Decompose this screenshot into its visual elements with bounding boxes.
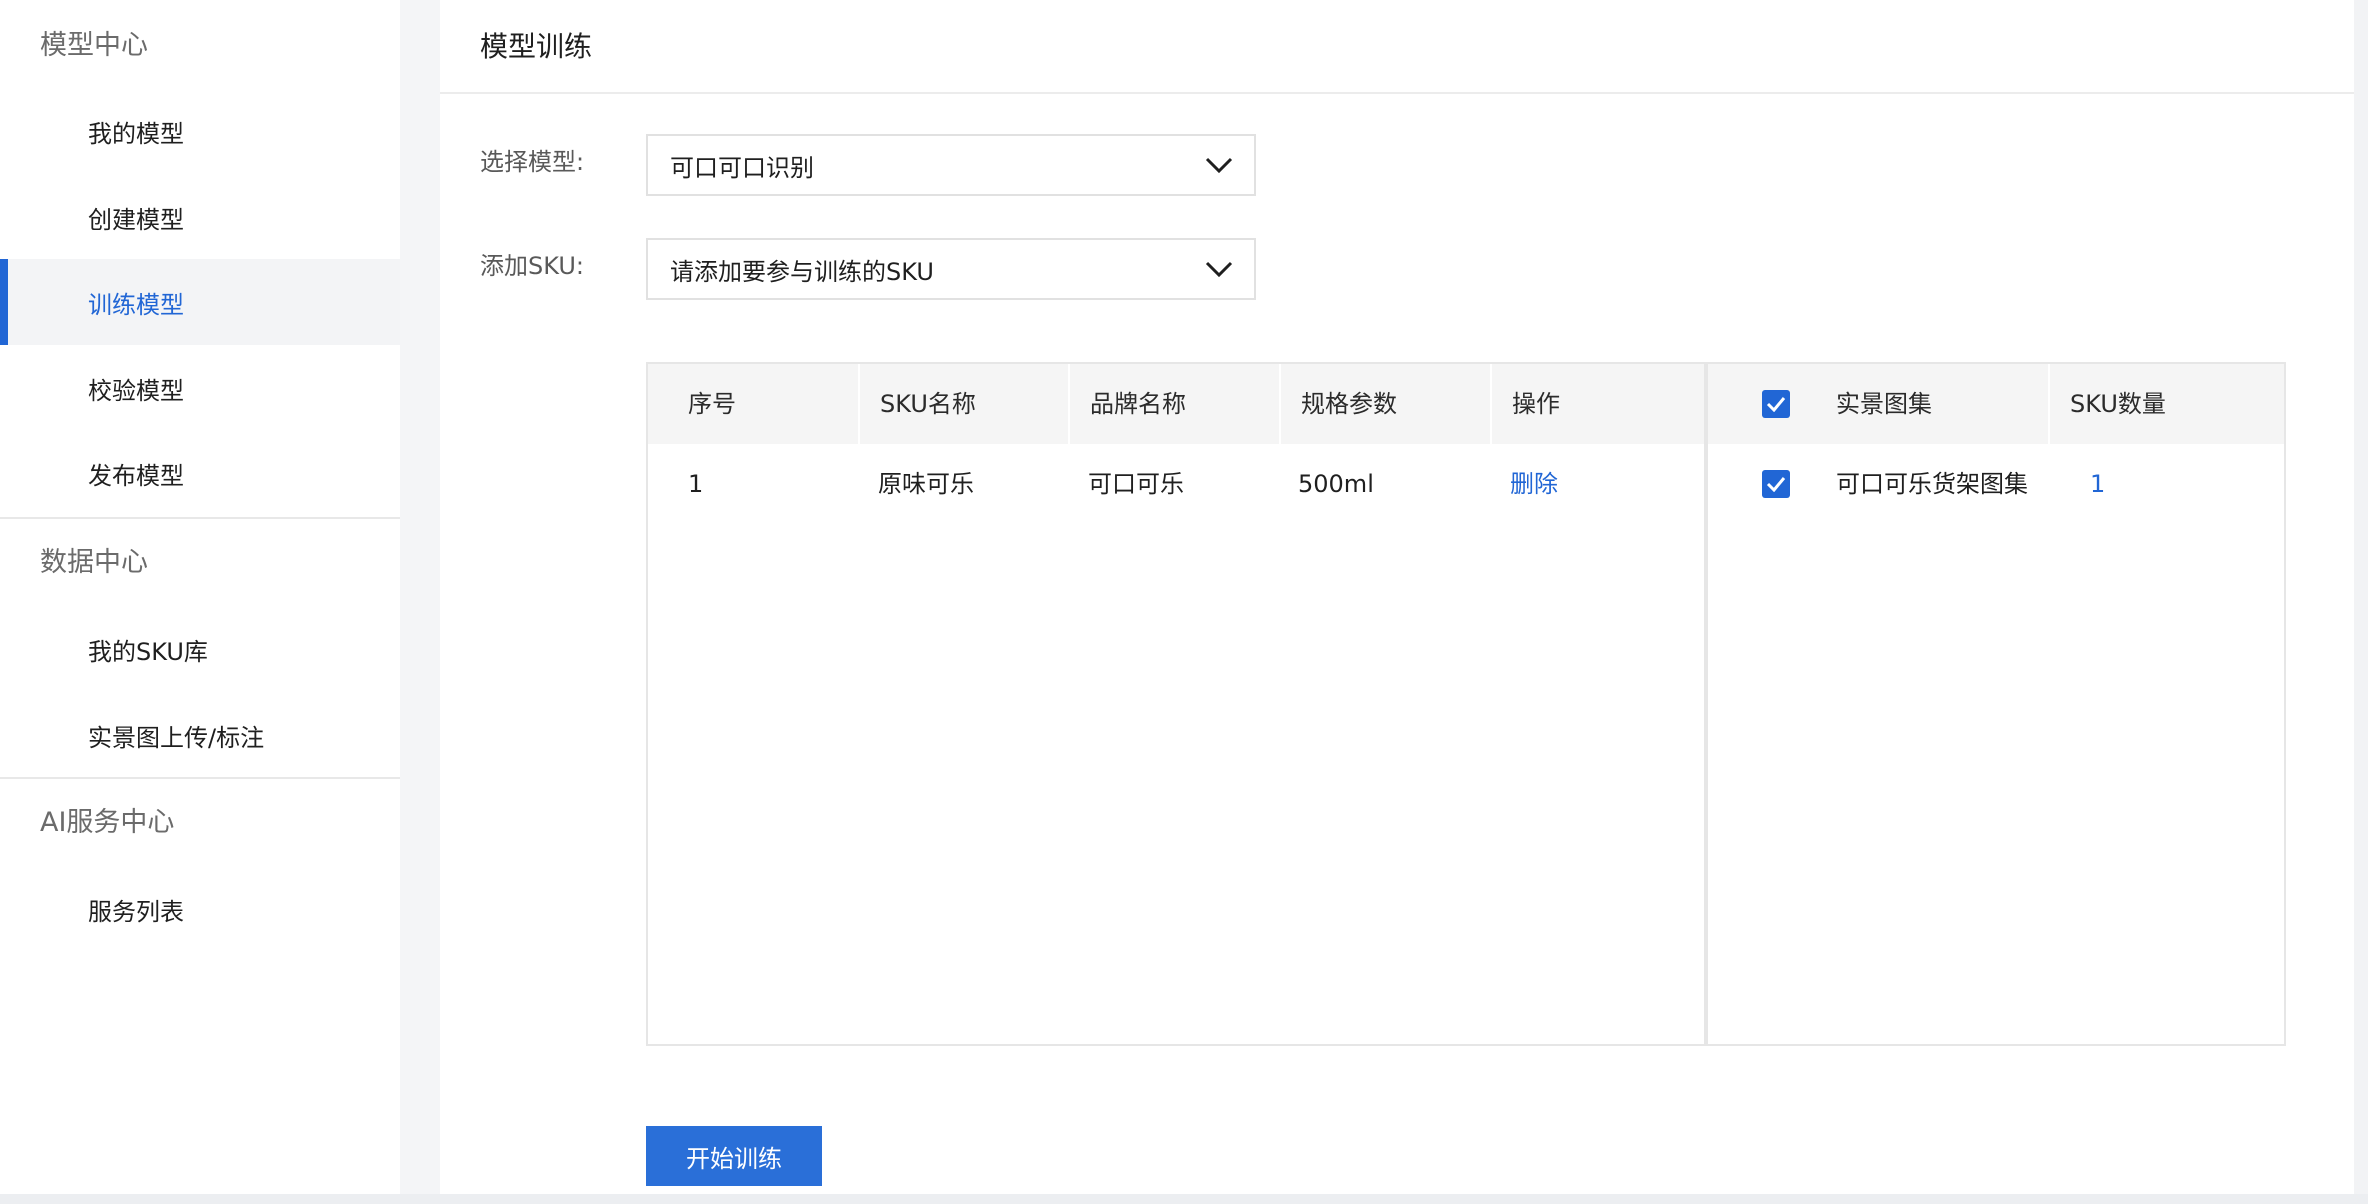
column-separator: [858, 364, 860, 444]
image-set-table: 实景图集 SKU数量 可口可乐货架图集 1: [1706, 362, 2286, 1046]
sidebar-item-train-model[interactable]: 训练模型: [0, 259, 400, 345]
cell-image-set-name: 可口可乐货架图集: [1836, 470, 2028, 498]
cell-sku-name: 原味可乐: [878, 470, 974, 498]
sidebar-item-label: 服务列表: [88, 897, 184, 926]
sidebar-item-label: 校验模型: [88, 376, 184, 405]
column-separator: [2048, 364, 2050, 444]
sidebar-item-label: 发布模型: [88, 461, 184, 490]
sidebar-item-service-list[interactable]: 服务列表: [0, 866, 400, 952]
sidebar-item-label: 训练模型: [88, 290, 184, 319]
column-header-brand: 品牌名称: [1090, 390, 1186, 418]
column-header-sku-name: SKU名称: [880, 390, 976, 418]
header-divider: [440, 92, 2368, 94]
column-header-sku-count: SKU数量: [2070, 390, 2166, 418]
sidebar-item-label: 创建模型: [88, 205, 184, 234]
sku-select-placeholder: 请添加要参与训练的SKU: [670, 257, 934, 286]
cell-spec: 500ml: [1298, 470, 1374, 498]
sidebar-item-label: 我的SKU库: [88, 637, 208, 666]
chevron-down-icon: [1205, 157, 1233, 174]
sidebar-divider: [0, 517, 400, 519]
model-select-label: 选择模型:: [480, 148, 585, 176]
page-title: 模型训练: [480, 30, 593, 63]
column-header-index: 序号: [688, 390, 736, 418]
window-edge: [2354, 0, 2368, 1204]
sidebar-item-publish-model[interactable]: 发布模型: [0, 430, 400, 516]
delete-link[interactable]: 删除: [1510, 466, 1558, 502]
column-header-spec: 规格参数: [1301, 390, 1397, 418]
sidebar-group-data-center: 数据中心: [40, 547, 148, 578]
sidebar-item-create-model[interactable]: 创建模型: [0, 174, 400, 260]
chevron-down-icon: [1205, 261, 1233, 278]
sidebar-item-verify-model[interactable]: 校验模型: [0, 345, 400, 431]
sidebar-item-label: 实景图上传/标注: [88, 723, 265, 752]
start-training-button[interactable]: 开始训练: [646, 1126, 822, 1186]
sidebar-item-scene-upload[interactable]: 实景图上传/标注: [0, 692, 400, 778]
sku-count-link[interactable]: 1: [2090, 466, 2105, 502]
sidebar-group-ai-service-center: AI服务中心: [40, 807, 175, 838]
checkmark-icon: [1766, 397, 1786, 412]
sidebar-item-my-models[interactable]: 我的模型: [0, 88, 400, 174]
cell-brand: 可口可乐: [1088, 470, 1184, 498]
column-separator: [1490, 364, 1492, 444]
column-separator: [1279, 364, 1281, 444]
checkmark-icon: [1766, 477, 1786, 492]
cell-index: 1: [688, 470, 704, 498]
column-separator: [1068, 364, 1070, 444]
image-set-table-header: 实景图集 SKU数量: [1708, 364, 2284, 444]
sku-select[interactable]: 请添加要参与训练的SKU: [646, 238, 1256, 300]
window-edge: [0, 1194, 2368, 1204]
sidebar-item-my-sku-library[interactable]: 我的SKU库: [0, 606, 400, 692]
select-all-checkbox[interactable]: [1762, 390, 1790, 418]
main-panel: 模型训练 选择模型: 可口可口识别 添加SKU: 请添加要参与训练的SKU 序号…: [440, 0, 2368, 1204]
sku-table: 序号 SKU名称 品牌名称 规格参数 操作 1 原味可乐 可口可乐 500ml …: [646, 362, 1706, 1046]
sidebar: 模型中心 我的模型 创建模型 训练模型 校验模型 发布模型 数据中心 我的SKU…: [0, 0, 400, 1204]
model-select-value: 可口可口识别: [670, 153, 814, 182]
row-checkbox[interactable]: [1762, 470, 1790, 498]
sidebar-divider: [0, 777, 400, 779]
sidebar-item-label: 我的模型: [88, 119, 184, 148]
column-header-image-set: 实景图集: [1836, 390, 1932, 418]
sku-table-header: 序号 SKU名称 品牌名称 规格参数 操作: [648, 364, 1704, 444]
model-select[interactable]: 可口可口识别: [646, 134, 1256, 196]
column-header-action: 操作: [1512, 390, 1560, 418]
sku-select-label: 添加SKU:: [480, 252, 584, 280]
sidebar-group-model-center: 模型中心: [40, 30, 148, 61]
